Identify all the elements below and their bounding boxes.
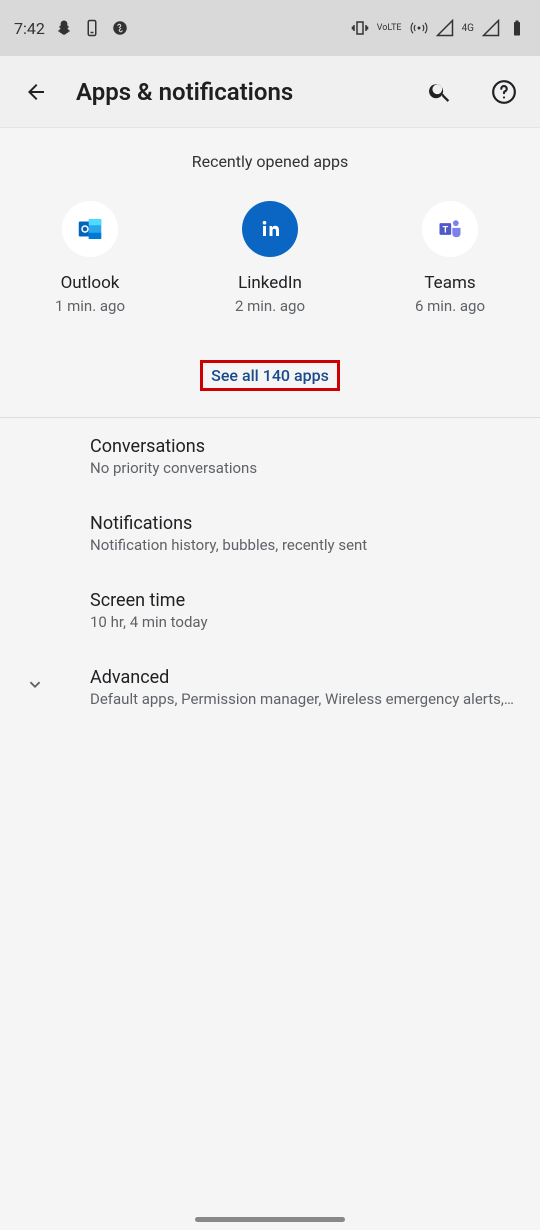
- search-icon: [427, 79, 453, 105]
- conversations-item[interactable]: Conversations No priority conversations: [0, 418, 540, 495]
- linkedin-icon: [242, 201, 298, 257]
- help-icon: [491, 79, 517, 105]
- vibrate-icon: [351, 19, 369, 37]
- list-item-subtitle: Notification history, bubbles, recently …: [90, 536, 516, 554]
- list-item-subtitle: Default apps, Permission manager, Wirele…: [90, 690, 516, 708]
- list-item-title: Screen time: [90, 590, 516, 611]
- list-item-title: Advanced: [90, 667, 516, 688]
- see-all-apps-link[interactable]: See all 140 apps: [200, 360, 340, 391]
- svg-text:T: T: [442, 225, 448, 236]
- app-name-label: Outlook: [61, 273, 120, 293]
- settings-list: Conversations No priority conversations …: [0, 418, 540, 726]
- recent-app-teams[interactable]: T Teams 6 min. ago: [361, 201, 539, 315]
- help-button[interactable]: [484, 72, 524, 112]
- app-name-label: Teams: [424, 273, 475, 293]
- recent-app-outlook[interactable]: Outlook 1 min. ago: [1, 201, 179, 315]
- outlook-icon: [62, 201, 118, 257]
- teams-icon: T: [422, 201, 478, 257]
- hotspot-icon: [410, 19, 428, 37]
- app-time-label: 1 min. ago: [55, 297, 125, 315]
- app-time-label: 2 min. ago: [235, 297, 305, 315]
- recent-app-linkedin[interactable]: LinkedIn 2 min. ago: [181, 201, 359, 315]
- device-icon: [83, 19, 101, 37]
- advanced-item[interactable]: Advanced Default apps, Permission manage…: [0, 649, 540, 726]
- signal-icon-1: [436, 19, 454, 37]
- app-header: Apps & notifications: [0, 56, 540, 128]
- content-area: Recently opened apps Outlook 1 min. ago …: [0, 128, 540, 726]
- volte-icon: VoLTE: [377, 24, 402, 33]
- app-time-label: 6 min. ago: [415, 297, 485, 315]
- arrow-back-icon: [24, 80, 48, 104]
- recent-apps-title: Recently opened apps: [0, 128, 540, 191]
- app-name-label: LinkedIn: [238, 273, 302, 293]
- page-title: Apps & notifications: [76, 78, 420, 106]
- search-button[interactable]: [420, 72, 460, 112]
- status-time: 7:42: [14, 19, 45, 38]
- status-bar: 7:42 VoLTE 4G: [0, 0, 540, 56]
- screen-time-item[interactable]: Screen time 10 hr, 4 min today: [0, 572, 540, 649]
- chevron-down-icon: [24, 673, 46, 699]
- network-type: 4G: [462, 24, 474, 33]
- list-item-title: Conversations: [90, 436, 516, 457]
- notifications-item[interactable]: Notifications Notification history, bubb…: [0, 495, 540, 572]
- shazam-icon: [111, 19, 129, 37]
- list-item-title: Notifications: [90, 513, 516, 534]
- snapchat-icon: [55, 19, 73, 37]
- navigation-pill[interactable]: [195, 1217, 345, 1222]
- back-button[interactable]: [16, 72, 56, 112]
- signal-icon-2: [482, 19, 500, 37]
- list-item-subtitle: No priority conversations: [90, 459, 516, 477]
- battery-icon: [508, 19, 526, 37]
- recent-apps-row: Outlook 1 min. ago LinkedIn 2 min. ago T…: [0, 191, 540, 325]
- list-item-subtitle: 10 hr, 4 min today: [90, 613, 516, 631]
